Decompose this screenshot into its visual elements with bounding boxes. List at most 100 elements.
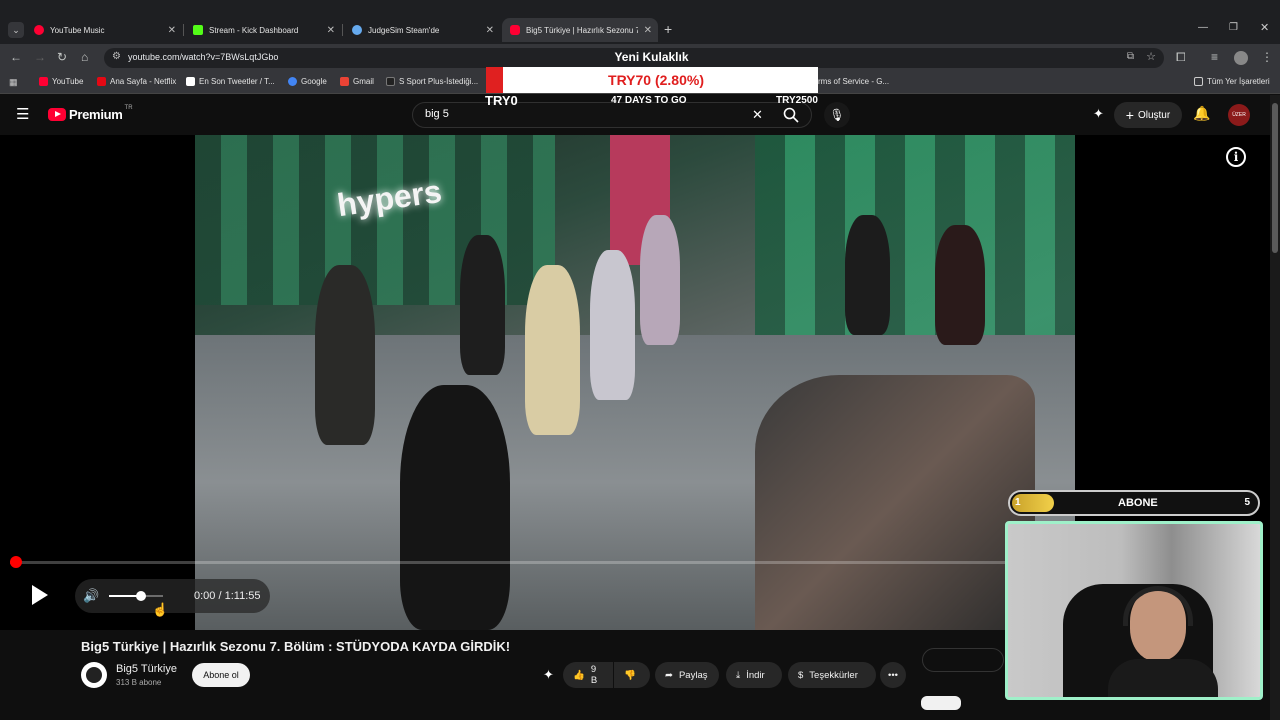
channel-avatar[interactable]	[81, 662, 107, 688]
dancer	[640, 215, 680, 345]
share-icon: ➦	[665, 669, 673, 681]
create-button[interactable]: + Oluştur	[1114, 102, 1182, 128]
dancer	[525, 265, 580, 435]
minimize-icon[interactable]: —	[1198, 22, 1208, 33]
tab-title: JudgeSim Steam'de	[368, 25, 440, 35]
search-icon	[783, 107, 799, 123]
apps-grid-icon[interactable]: ▦	[9, 77, 18, 88]
webcam-overlay	[1005, 521, 1263, 700]
tab-search-icon[interactable]: ⌄	[8, 22, 24, 38]
x-icon	[186, 77, 195, 86]
thanks-button[interactable]: $ Teşekkürler	[788, 662, 876, 688]
subscriber-goal-current: 1	[1015, 497, 1021, 508]
close-icon[interactable]: ✕	[486, 25, 494, 36]
streamer-body	[1108, 659, 1218, 697]
download-button[interactable]: ⤓ İndir	[726, 662, 782, 688]
search-query: big 5	[425, 108, 449, 120]
youtube-icon	[39, 77, 48, 86]
install-app-icon[interactable]: ⧉	[1127, 51, 1134, 62]
plus-icon: +	[1125, 107, 1134, 123]
subscriber-goal-bar: 1 ABONE 5	[1008, 490, 1260, 516]
bookmark-youtube[interactable]: YouTube	[39, 77, 83, 86]
dancer	[460, 235, 505, 375]
youtube-play-logo-icon	[48, 108, 66, 121]
subscribe-button[interactable]: Abone ol	[192, 663, 250, 687]
bookmark-google[interactable]: Google	[288, 77, 327, 86]
play-button[interactable]	[28, 583, 50, 612]
bookmark-star-icon[interactable]: ☆	[1146, 50, 1156, 63]
back-icon[interactable]: ←	[10, 50, 22, 64]
forward-icon[interactable]: →	[34, 50, 46, 64]
address-url: youtube.com/watch?v=7BWsLqtJGbo	[128, 52, 279, 62]
scrollbar-thumb[interactable]	[1272, 103, 1278, 253]
folder-icon	[1194, 77, 1203, 86]
chip-all[interactable]	[921, 696, 961, 710]
bookmark-twitter[interactable]: En Son Tweetler / T...	[186, 77, 275, 86]
netflix-icon	[97, 77, 106, 86]
studio-right-wall	[755, 135, 1075, 365]
site-info-icon[interactable]: ⚙	[112, 51, 121, 62]
window-close-icon[interactable]: ✕	[1260, 21, 1269, 34]
tab-kick-dashboard[interactable]: Stream - Kick Dashboard ✕	[185, 18, 341, 42]
page-scrollbar[interactable]	[1270, 95, 1280, 720]
close-icon[interactable]: ✕	[327, 25, 335, 36]
home-icon[interactable]: ⌂	[81, 50, 88, 64]
steam-icon	[352, 25, 362, 35]
video-title: Big5 Türkiye | Hazırlık Sezonu 7. Bölüm …	[81, 639, 511, 654]
volume-icon[interactable]: 🔊	[83, 588, 99, 604]
donation-goal-bar: TRY70 (2.80%)	[486, 67, 818, 93]
new-tab-icon[interactable]: +	[664, 21, 672, 37]
tab-youtube-music[interactable]: YouTube Music ✕	[26, 18, 182, 42]
youtube-icon	[510, 25, 520, 35]
subscriber-count: 313 B abone	[116, 678, 162, 687]
maximize-icon[interactable]: ❐	[1229, 22, 1238, 33]
notifications-bell-icon[interactable]: 🔔	[1193, 105, 1210, 122]
clear-search-icon[interactable]: ✕	[752, 107, 763, 123]
bookmark-terms[interactable]: rms of Service - G...	[818, 77, 889, 86]
youtube-music-icon	[34, 25, 44, 35]
profile-avatar[interactable]	[1234, 51, 1248, 65]
extensions-icon[interactable]: ⧠	[1176, 50, 1186, 65]
video-time: 0:00 / 1:11:55	[194, 590, 261, 602]
dislike-button[interactable]: 👎	[614, 662, 650, 688]
tab-big5-video[interactable]: Big5 Türkiye | Hazırlık Sezonu 7. ✕	[502, 18, 658, 42]
current-time: 0:00	[194, 590, 216, 602]
thanks-icon: $	[798, 669, 804, 681]
tab-title: Stream - Kick Dashboard	[209, 25, 299, 35]
browser-tab-strip: ⌄ YouTube Music ✕ Stream - Kick Dashboar…	[0, 0, 1280, 44]
hamburger-menu-icon[interactable]: ☰	[16, 105, 29, 123]
channel-name[interactable]: Big5 Türkiye	[116, 663, 177, 675]
premium-sparkle-icon[interactable]: ✦	[543, 667, 554, 683]
info-icon[interactable]: i	[1226, 147, 1246, 167]
more-actions-button[interactable]: •••	[880, 662, 906, 688]
bookmark-gmail[interactable]: Gmail	[340, 77, 374, 86]
close-icon[interactable]: ✕	[168, 25, 176, 36]
chip-bar	[922, 648, 1004, 672]
thumbs-down-icon: 👎	[624, 669, 636, 681]
voice-search-button[interactable]: 🎙	[824, 102, 850, 128]
menu-kebab-icon[interactable]: ⋮	[1261, 50, 1273, 64]
youtube-premium-logo[interactable]: Premium TR	[48, 104, 133, 122]
media-controls-icon[interactable]: ≡	[1211, 50, 1218, 64]
donation-goal-days-left: 47 DAYS TO GO	[611, 95, 687, 106]
reload-icon[interactable]: ↻	[57, 50, 67, 64]
microphone-icon: 🎙	[829, 108, 845, 122]
premium-badge-icon[interactable]: ✦	[1093, 106, 1104, 122]
bookmark-ssport[interactable]: S Sport Plus-İstediği...	[386, 77, 478, 86]
tab-steam[interactable]: JudgeSim Steam'de ✕	[344, 18, 500, 42]
donation-goal-title: Yeni Kulaklık	[614, 50, 689, 64]
gmail-icon	[340, 77, 349, 86]
account-avatar[interactable]: ÜZER	[1228, 104, 1250, 126]
logo-region: TR	[124, 104, 133, 111]
tab-title: Big5 Türkiye | Hazırlık Sezonu 7.	[526, 25, 638, 35]
bookmark-all-folder[interactable]: Tüm Yer İşaretleri	[1194, 77, 1270, 86]
bookmark-netflix[interactable]: Ana Sayfa - Netflix	[97, 77, 176, 86]
volume-slider-knob[interactable]	[136, 591, 147, 601]
time-separator: /	[218, 590, 222, 602]
video-frame: hypers	[195, 135, 1075, 630]
share-button[interactable]: ➦ Paylaş	[655, 662, 719, 688]
logo-text: Premium	[69, 107, 123, 122]
like-button[interactable]: 👍 9 B	[563, 662, 613, 688]
close-icon[interactable]: ✕	[644, 25, 652, 36]
progress-scrubber[interactable]	[10, 556, 22, 568]
